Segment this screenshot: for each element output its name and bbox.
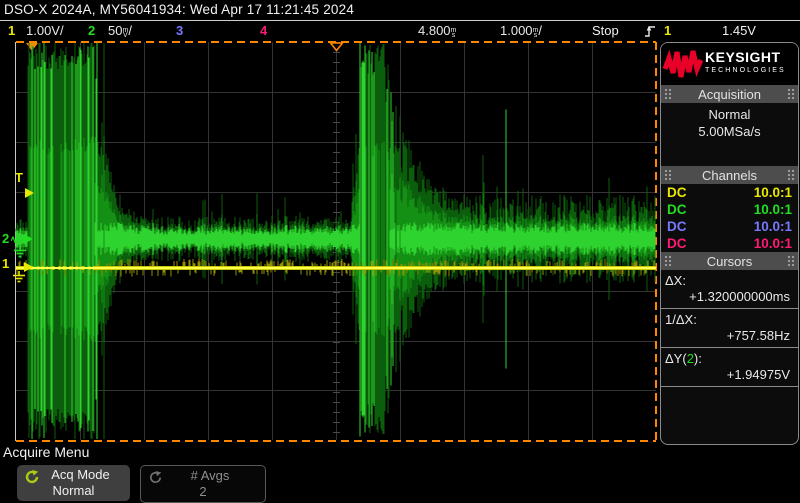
ch3-probe-ratio: 10.0:1: [754, 219, 792, 234]
delay-time-marker-icon[interactable]: [26, 43, 38, 51]
trigger-slope-icon[interactable]: [644, 24, 656, 38]
grip-dots-icon: [787, 88, 795, 100]
ch1-probe-ratio: 10.0:1: [754, 185, 792, 200]
trigger-source[interactable]: 1: [664, 23, 671, 38]
acquisition-header-label: Acquisition: [698, 87, 761, 102]
timebase[interactable]: 1.000ms/: [500, 23, 542, 38]
dx-value: +1.320000000ms: [661, 288, 798, 306]
trigger-level[interactable]: 1.45V: [722, 23, 756, 38]
acq-mode-value: Normal: [17, 483, 130, 498]
acq-mode-softkey[interactable]: Acq Mode Normal: [17, 465, 130, 501]
logo-line2: TECHNOLOGIES: [705, 64, 786, 77]
grip-dots-icon: [664, 88, 672, 100]
title-bar: DSO-X 2024A, MY56041934: Wed Apr 17 11:2…: [4, 2, 354, 17]
grip-dots-icon: [664, 169, 672, 181]
channel-row: DC 10.0:1: [661, 184, 798, 201]
channel-row: DC 10.0:1: [661, 218, 798, 235]
acquisition-header: Acquisition: [661, 85, 798, 103]
channels-header: Channels: [661, 166, 798, 184]
ch1-ground-icon: [12, 271, 26, 283]
channel-row: DC 10.0:1: [661, 201, 798, 218]
ch1-reference-label: 1: [2, 256, 9, 271]
acq-mode-label: Acq Mode: [31, 467, 130, 482]
logo-line1: KEYSIGHT: [705, 51, 786, 64]
inv-dx-value: +757.58Hz: [661, 327, 798, 345]
ch2-reference-marker-icon[interactable]: [24, 234, 33, 244]
cursors-header-label: Cursors: [707, 254, 753, 269]
ch4-probe-ratio: 10.0:1: [754, 236, 792, 251]
ch2-scale[interactable]: 50mV/: [108, 23, 132, 38]
ch2-number[interactable]: 2: [88, 23, 95, 38]
inv-dx-label: 1/ΔX:: [661, 309, 798, 327]
num-avgs-value: 2: [141, 484, 265, 499]
divider: [661, 386, 798, 387]
grip-dots-icon: [787, 255, 795, 267]
dy-label: ΔY(2):: [661, 348, 798, 366]
keysight-logo-icon: [661, 47, 705, 81]
ch2-ground-icon: [13, 246, 27, 258]
grip-dots-icon: [664, 255, 672, 267]
trigger-level-marker-icon[interactable]: [25, 188, 34, 198]
dy-value: +1.94975V: [661, 366, 798, 384]
num-avgs-softkey[interactable]: # Avgs 2: [140, 465, 266, 503]
info-panel: KEYSIGHT TECHNOLOGIES Acquisition Normal…: [660, 42, 799, 445]
ch2-reference-label: 2: [2, 231, 9, 246]
keysight-logo: KEYSIGHT TECHNOLOGIES: [661, 43, 798, 85]
sample-rate-value: 5.00MSa/s: [661, 123, 798, 140]
ch1-scale[interactable]: 1.00V/: [26, 23, 64, 38]
grip-dots-icon: [787, 169, 795, 181]
cursors-content: ΔX: +1.320000000ms 1/ΔX: +757.58Hz ΔY(2)…: [661, 270, 798, 387]
ch2-probe-ratio: 10.0:1: [754, 202, 792, 217]
acq-mode-value: Normal: [661, 106, 798, 123]
grid-border-bottom: [16, 440, 656, 442]
channels-content: DC 10.0:1 DC 10.0:1 DC 10.0:1 DC 10.0:1: [661, 184, 798, 252]
grid-border-right: [655, 42, 657, 440]
ch2-signal-icon: [11, 234, 23, 244]
dy-source-channel: 2: [687, 351, 694, 366]
cursors-header: Cursors: [661, 252, 798, 270]
channels-header-label: Channels: [702, 168, 757, 183]
center-ticks-horizontal: [16, 238, 656, 245]
ch4-coupling: DC: [667, 236, 687, 251]
delay-time[interactable]: 4.800ms: [418, 23, 456, 38]
ch2-coupling: DC: [667, 202, 687, 217]
ch1-coupling: DC: [667, 185, 687, 200]
status-bar: 1 1.00V/ 2 50mV/ 3 4 4.800ms 1.000ms/ St…: [0, 21, 800, 40]
menu-title: Acquire Menu: [3, 444, 89, 460]
ch1-number[interactable]: 1: [8, 23, 15, 38]
ch3-number[interactable]: 3: [176, 23, 183, 38]
dx-label: ΔX:: [661, 270, 798, 288]
trigger-time-marker-icon[interactable]: [329, 42, 344, 52]
run-state[interactable]: Stop: [592, 23, 619, 38]
ch4-number[interactable]: 4: [260, 23, 267, 38]
trigger-level-label: T: [15, 170, 23, 185]
oscilloscope-screen: DSO-X 2024A, MY56041934: Wed Apr 17 11:2…: [0, 0, 800, 503]
channel-row: DC 10.0:1: [661, 235, 798, 252]
ch3-coupling: DC: [667, 219, 687, 234]
num-avgs-label: # Avgs: [155, 468, 265, 483]
acquisition-content: Normal 5.00MSa/s: [661, 103, 798, 166]
